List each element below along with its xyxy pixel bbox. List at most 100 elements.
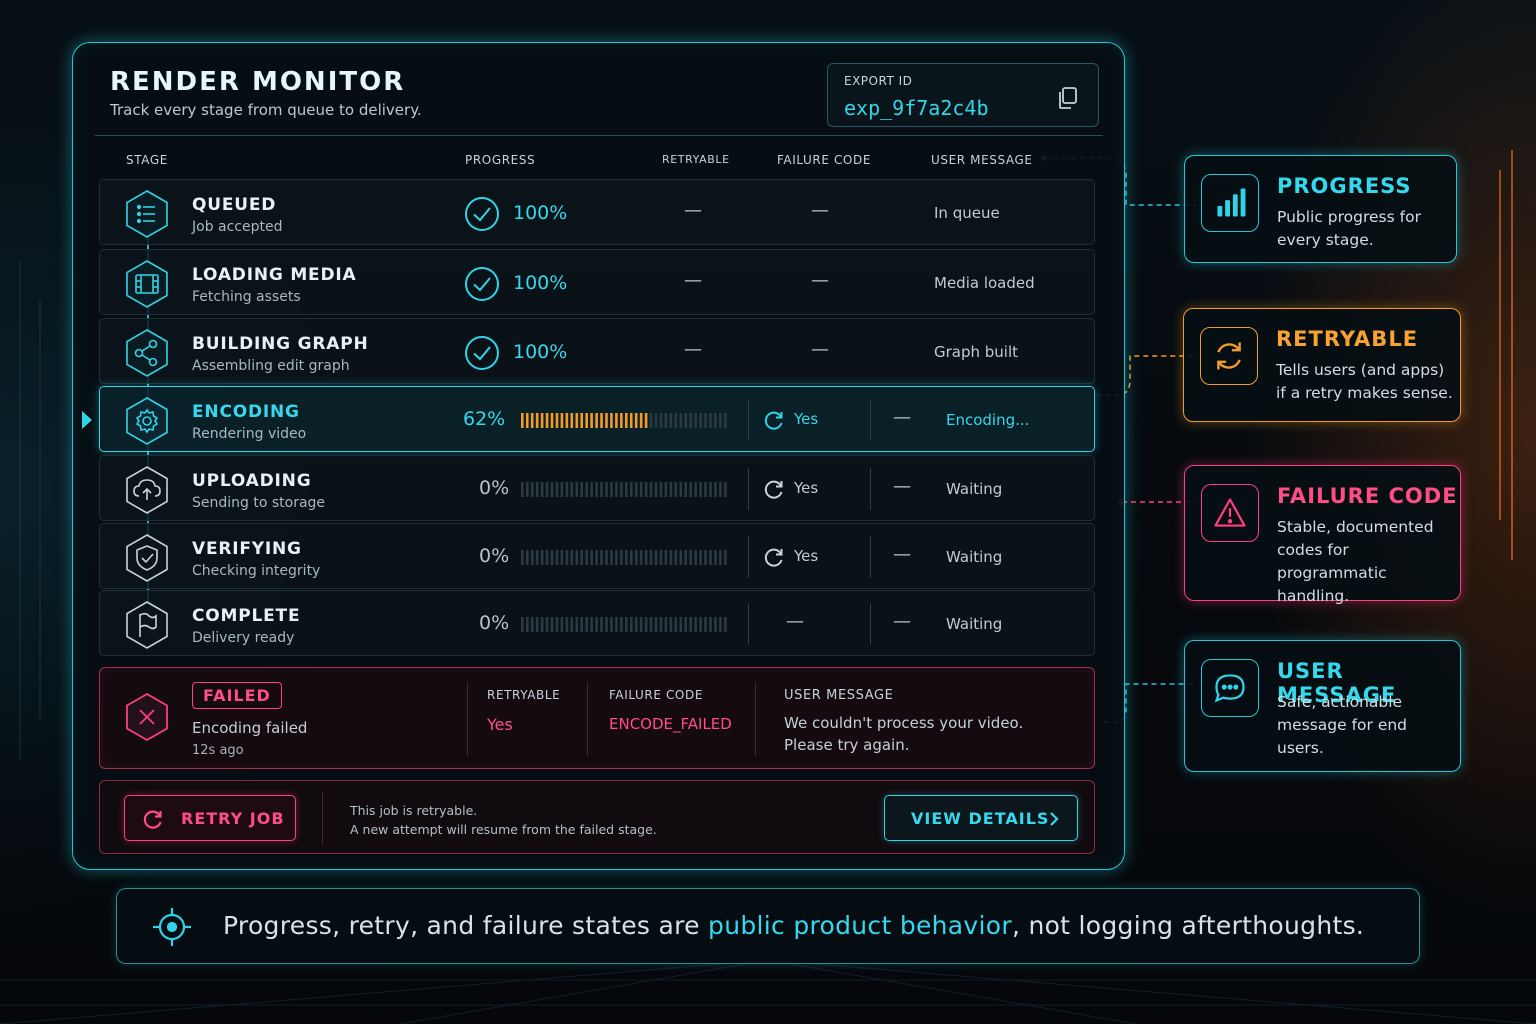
target-icon: [153, 908, 191, 946]
progress-segment-empty: [595, 550, 598, 565]
stage-description: Fetching assets: [192, 289, 301, 305]
progress-segment-empty: [555, 550, 559, 565]
stage-description: Job accepted: [192, 219, 283, 235]
progress-segment-empty: [565, 550, 569, 565]
export-id-value: exp_9f7a2c4b: [844, 96, 989, 120]
stage-name: ENCODING: [192, 402, 300, 422]
progress-segment-empty: [525, 550, 529, 565]
retryable-value: —: [684, 200, 702, 221]
progress-segment-empty: [654, 413, 658, 428]
progress-segment-filled: [545, 413, 549, 428]
progress-segment-empty: [625, 617, 628, 632]
progress-segment-empty: [605, 550, 608, 565]
progress-segment-filled: [590, 413, 593, 428]
progress-segment-empty: [689, 482, 692, 497]
progress-segment-filled: [535, 413, 539, 428]
stage-row-uploading: UPLOADING Sending to storage 0% Yes — Wa…: [99, 455, 1095, 521]
retryable-value: Yes: [794, 410, 819, 428]
chevron-right-icon: [1050, 812, 1059, 826]
active-stage-pointer: [82, 411, 92, 429]
progress-segment-empty: [555, 617, 559, 632]
stage-description: Rendering video: [192, 426, 307, 442]
progress-segment-empty: [719, 413, 722, 428]
progress-segment-empty: [575, 550, 579, 565]
progress-segment-empty: [699, 617, 702, 632]
retry-icon: [143, 810, 162, 829]
progress-segment-empty: [575, 617, 579, 632]
progress-segment-empty: [694, 482, 697, 497]
progress-segment-empty: [560, 617, 564, 632]
stage-description: Delivery ready: [192, 630, 295, 646]
user-message-value: In queue: [934, 204, 1000, 222]
warning-triangle-icon: [1201, 484, 1259, 542]
column-divider: [870, 603, 871, 645]
callout-title: FAILURE CODE: [1277, 484, 1458, 508]
progress-segment-empty: [674, 550, 678, 565]
progress-segment-filled: [570, 413, 574, 428]
progress-percent: 0%: [479, 477, 510, 499]
progress-segment-empty: [605, 617, 608, 632]
retryable-value: Yes: [794, 479, 819, 497]
progress-segment-empty: [699, 482, 702, 497]
progress-segment-empty: [719, 617, 722, 632]
progress-segment-empty: [545, 550, 549, 565]
progress-segment-empty: [585, 617, 588, 632]
stage-name: BUILDING GRAPH: [192, 334, 369, 354]
stage-row-encoding[interactable]: ENCODING Rendering video 62% Yes — Encod…: [82, 386, 1095, 452]
progress-segment-empty: [600, 550, 603, 565]
failure-description: Encoding failed: [192, 719, 308, 737]
footer-banner: Progress, retry, and failure states are …: [116, 888, 1420, 964]
progress-segment-empty: [565, 617, 569, 632]
banner-text-before: Progress, retry, and failure states are: [223, 911, 709, 940]
progress-segment-empty: [684, 550, 688, 565]
progress-segment-empty: [610, 550, 613, 565]
progress-segment-empty: [590, 550, 593, 565]
progress-segment-empty: [644, 550, 648, 565]
progress-segment-empty: [610, 617, 613, 632]
copy-icon[interactable]: [1056, 86, 1078, 110]
progress-segment-empty: [714, 413, 717, 428]
progress-segment-empty: [714, 617, 717, 632]
progress-segment-empty: [570, 550, 574, 565]
progress-segment-empty: [580, 482, 584, 497]
check-circle-icon: [465, 336, 499, 370]
view-details-button[interactable]: VIEW DETAILS: [884, 795, 1078, 841]
banner-text-after: , not logging afterthoughts.: [1011, 911, 1365, 940]
graph-icon: [126, 329, 168, 377]
progress-segment-empty: [530, 482, 534, 497]
retry-icon: [1200, 327, 1258, 385]
progress-segment-empty: [679, 413, 683, 428]
flag-icon: [126, 601, 168, 649]
progress-segment-empty: [535, 617, 539, 632]
progress-segment-filled: [615, 413, 618, 428]
film-icon: [126, 260, 168, 308]
stage-row-building-graph: BUILDING GRAPH Assembling edit graph 100…: [99, 318, 1095, 384]
failure-retryable-value: Yes: [487, 715, 513, 734]
callout-text: Public progress for every stage.: [1277, 208, 1421, 249]
progress-segment-empty: [610, 482, 613, 497]
progress-segment-empty: [565, 482, 569, 497]
shield-check-icon: [126, 534, 168, 582]
progress-segment-empty: [629, 482, 633, 497]
progress-segment-empty: [521, 550, 524, 565]
progress-segment-empty: [521, 617, 524, 632]
progress-segment-filled: [550, 413, 554, 428]
action-divider: [322, 791, 323, 845]
user-message-value: Waiting: [946, 615, 1003, 633]
progress-segment-filled: [610, 413, 613, 428]
action-bar: RETRY JOB This job is retryable. A new a…: [99, 780, 1095, 854]
callout-text: Stable, documented codes for programmati…: [1277, 518, 1434, 605]
progress-percent: 0%: [479, 545, 510, 567]
stage-description: Checking integrity: [192, 563, 321, 579]
progress-segment-empty: [689, 413, 692, 428]
status-badge: FAILED: [192, 682, 282, 709]
column-header-retryable: RETRYABLE: [662, 153, 730, 166]
retry-icon: [764, 480, 783, 499]
progress-segment-empty: [550, 550, 554, 565]
column-divider: [467, 682, 468, 756]
stage-row-verifying: VERIFYING Checking integrity 0% Yes — Wa…: [99, 523, 1095, 589]
retry-job-button[interactable]: RETRY JOB: [124, 795, 296, 841]
stage-description: Assembling edit graph: [192, 358, 350, 374]
user-message-value: Waiting: [946, 480, 1003, 498]
failure-timestamp: 12s ago: [192, 743, 244, 758]
